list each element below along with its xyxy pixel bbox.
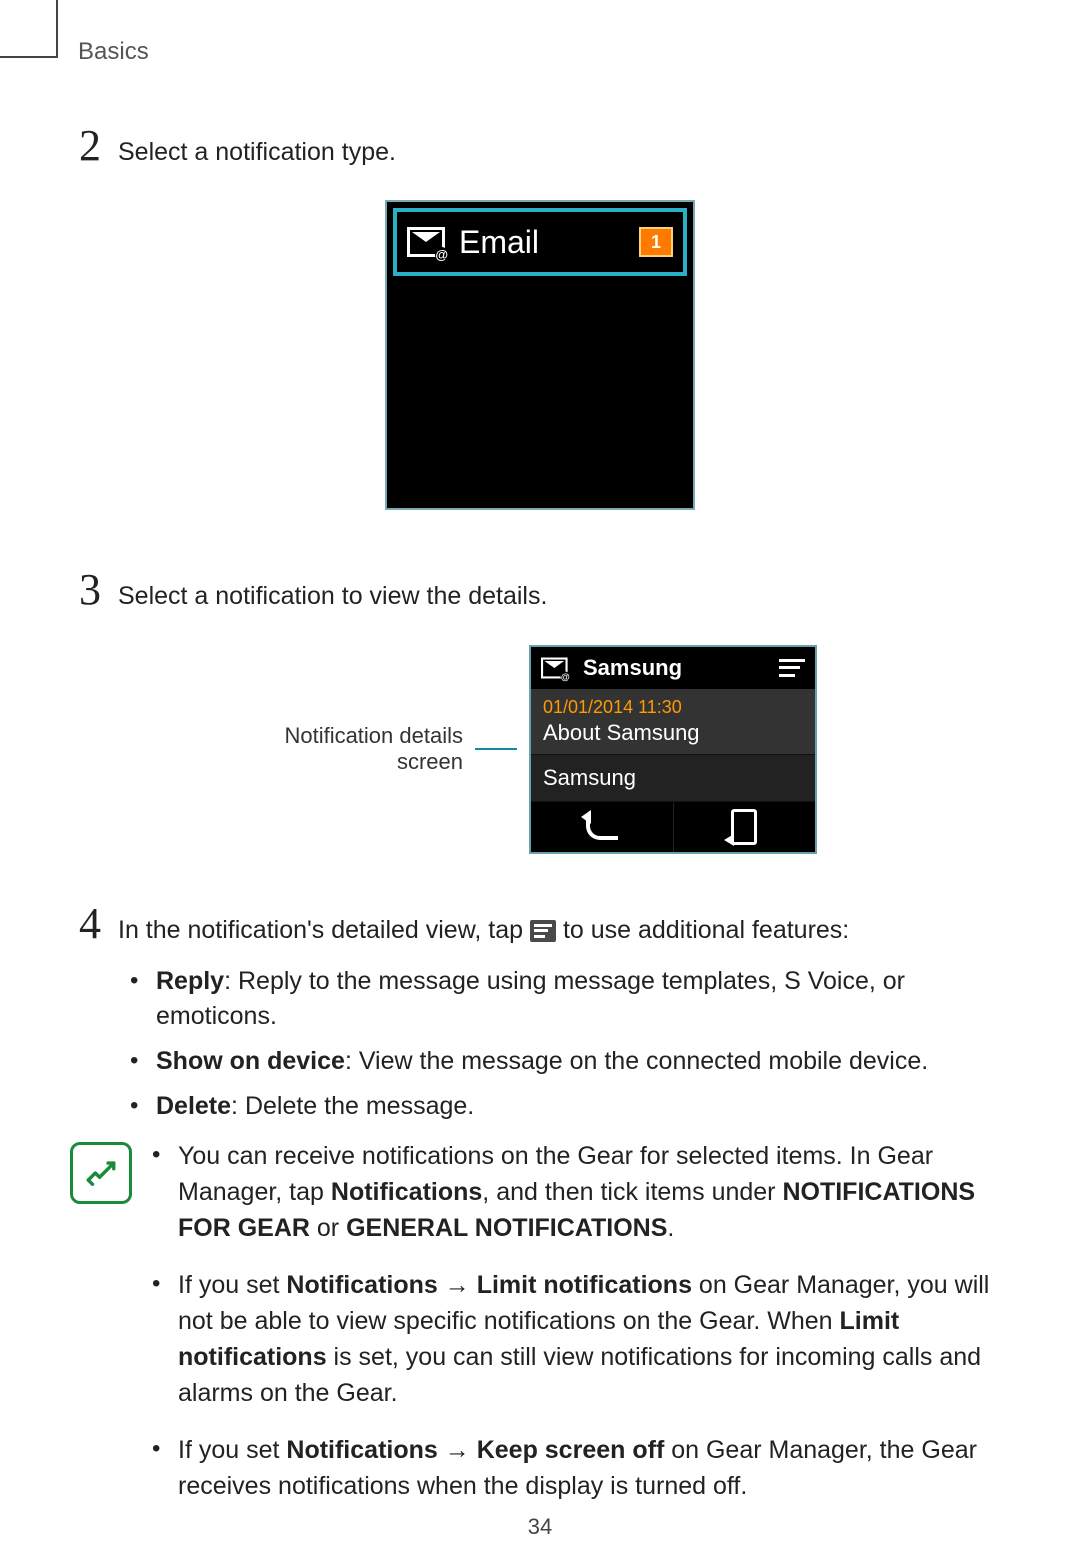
feature-delete: Delete: Delete the message. <box>130 1089 1010 1124</box>
step-text: In the notification's detailed view, tap… <box>118 912 849 948</box>
t: If you set <box>178 1271 286 1299</box>
notification-count-badge: 1 <box>639 227 673 257</box>
show-on-device-button[interactable] <box>674 802 816 852</box>
t: Notifications <box>331 1178 482 1206</box>
note-list: You can receive notifications on the Gea… <box>152 1138 1010 1524</box>
device-icon <box>731 809 757 845</box>
notification-date: 01/01/2014 11:30 <box>543 697 803 718</box>
feature-desc: : View the message on the connected mobi… <box>345 1047 928 1075</box>
feature-label: Delete <box>156 1092 231 1120</box>
reply-icon <box>586 814 618 840</box>
notification-type-label: Email <box>459 224 639 261</box>
t: GENERAL NOTIFICATIONS <box>346 1214 667 1242</box>
menu-icon[interactable] <box>779 659 805 677</box>
reply-button[interactable] <box>531 802 674 852</box>
notification-sender: Samsung <box>531 754 815 802</box>
step4-text-after: to use additional features: <box>563 916 849 944</box>
feature-reply: Reply: Reply to the message using messag… <box>130 964 1010 1034</box>
step-text: Select a notification to view the detail… <box>118 578 547 614</box>
step-3: 3 Select a notification to view the deta… <box>70 568 1010 614</box>
step-number: 4 <box>70 902 110 946</box>
watch-screen-details: Samsung 01/01/2014 11:30 About Samsung S… <box>529 645 817 854</box>
feature-label: Show on device <box>156 1047 345 1075</box>
step4-text-before: In the notification's detailed view, tap <box>118 916 530 944</box>
callout-line <box>475 748 517 750</box>
running-header: Basics <box>78 38 1010 66</box>
note-block: You can receive notifications on the Gea… <box>70 1138 1010 1524</box>
notification-details-body[interactable]: 01/01/2014 11:30 About Samsung <box>531 689 815 754</box>
t: If you set <box>178 1436 286 1464</box>
callout-label: Notification details screen <box>263 723 463 775</box>
note-item-1: You can receive notifications on the Gea… <box>152 1138 1010 1247</box>
arrow-icon: → <box>438 1271 477 1299</box>
t: Notifications <box>286 1436 437 1464</box>
notification-type-row[interactable]: Email 1 <box>393 208 687 276</box>
arrow-icon: → <box>438 1436 477 1464</box>
t: , and then tick items under <box>482 1178 782 1206</box>
menu-icon <box>530 920 556 942</box>
manual-page: Basics 2 Select a notification type. Ema… <box>0 0 1080 1564</box>
details-footer <box>531 802 815 852</box>
t: Keep screen off <box>477 1436 665 1464</box>
step-2: 2 Select a notification type. <box>70 124 1010 170</box>
page-number: 34 <box>0 1514 1080 1540</box>
email-icon <box>541 657 568 678</box>
step-4: 4 In the notification's detailed view, t… <box>70 902 1010 948</box>
notification-subject: About Samsung <box>543 720 803 746</box>
t: . <box>667 1214 674 1242</box>
feature-desc: : Reply to the message using message tem… <box>156 967 905 1030</box>
step-number: 3 <box>70 568 110 612</box>
feature-desc: : Delete the message. <box>231 1092 474 1120</box>
feature-label: Reply <box>156 967 224 995</box>
feature-show-on-device: Show on device: View the message on the … <box>130 1044 1010 1079</box>
corner-rule <box>0 0 58 58</box>
step-text: Select a notification type. <box>118 134 396 170</box>
feature-list: Reply: Reply to the message using messag… <box>70 964 1010 1124</box>
t: Limit notifications <box>477 1271 692 1299</box>
t: or <box>310 1214 346 1242</box>
details-header-title: Samsung <box>583 655 779 681</box>
note-item-2: If you set Notifications → Limit notific… <box>152 1267 1010 1412</box>
email-icon <box>407 227 445 257</box>
note-icon <box>70 1142 132 1204</box>
note-item-3: If you set Notifications → Keep screen o… <box>152 1432 1010 1505</box>
watch-screen: Email 1 <box>385 200 695 510</box>
details-header: Samsung <box>531 647 815 689</box>
t: Notifications <box>286 1271 437 1299</box>
watch-screenshot-2-block: Notification details screen Samsung 01/0… <box>70 645 1010 854</box>
watch-screenshot-1: Email 1 <box>385 200 695 510</box>
step-number: 2 <box>70 124 110 168</box>
